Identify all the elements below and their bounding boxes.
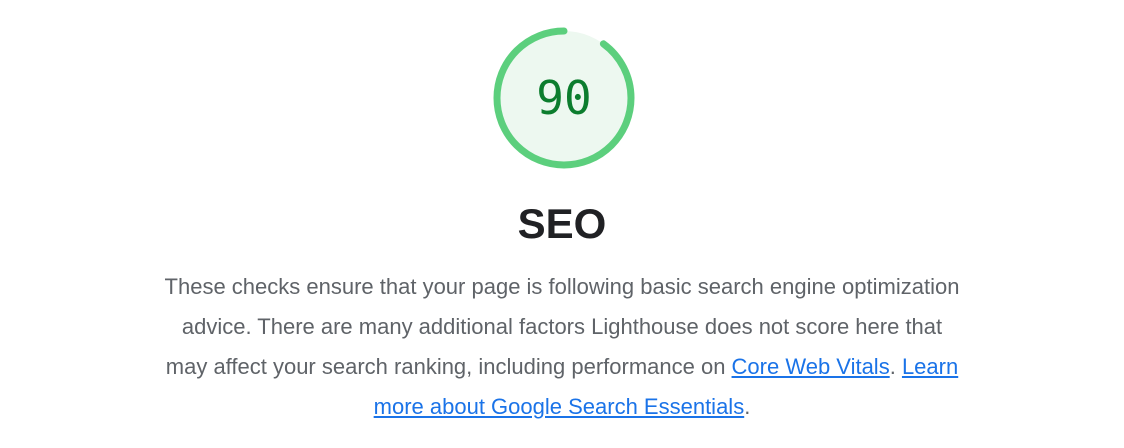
score-gauge: 90 (491, 25, 637, 171)
description-separator: . (889, 354, 902, 379)
score-value: 90 (536, 71, 592, 125)
category-description: These checks ensure that your page is fo… (162, 267, 962, 427)
core-web-vitals-link[interactable]: Core Web Vitals (732, 354, 890, 379)
category-title: SEO (517, 200, 607, 247)
description-end: . (744, 394, 751, 419)
